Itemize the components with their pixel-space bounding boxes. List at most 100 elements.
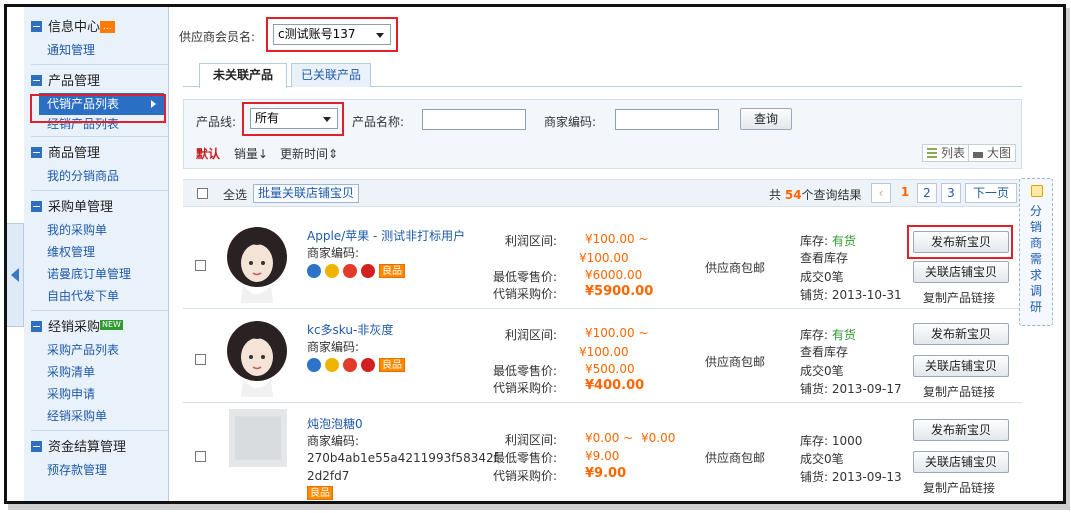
sort-sales[interactable]: 销量↓: [234, 145, 268, 162]
product-thumbnail[interactable]: [215, 409, 301, 467]
good-product-tag: 良品: [379, 263, 405, 278]
result-count: 共 54个查询结果: [769, 188, 862, 202]
sidebar-item-dist-purchase-order[interactable]: 经销采购单: [31, 405, 168, 427]
link-store-item-button[interactable]: 关联店铺宝贝: [913, 261, 1009, 283]
product-name-link[interactable]: 炖泡泡糖0: [307, 415, 363, 432]
copy-product-link[interactable]: 复制产品链接: [923, 383, 995, 400]
min-retail-price: ¥500.00: [585, 362, 635, 376]
tab-linked[interactable]: 已关联产品: [291, 63, 371, 87]
product-tabs: 未关联产品 已关联产品: [183, 63, 1022, 88]
merchant-code-label: 商家编码:: [307, 434, 360, 448]
product-name-link[interactable]: Apple/苹果 - 测试非打标用户: [307, 227, 465, 244]
shipping-info: 供应商包邮: [705, 261, 766, 275]
sidebar-collapse-toggle[interactable]: [7, 223, 24, 327]
row-checkbox[interactable]: [195, 451, 206, 462]
sort-default[interactable]: 默认: [196, 145, 220, 162]
collapse-minus-icon[interactable]: [31, 75, 42, 86]
row-checkbox[interactable]: [195, 354, 206, 365]
filter-panel: 产品线: 所有 产品名称: 商家编码: 查询 默认 销量↓ 更新时间⇕ 列表 大…: [183, 99, 1022, 169]
sidebar-section-title[interactable]: 产品管理: [31, 71, 168, 93]
good-product-tag: 良品: [379, 357, 405, 372]
profit-low: ¥0.00 ~: [585, 431, 634, 445]
sidebar-item-purchase-list[interactable]: 采购清单: [31, 361, 168, 383]
next-page-button[interactable]: 下一页: [965, 183, 1017, 203]
publish-new-button[interactable]: 发布新宝贝: [913, 419, 1009, 441]
divider: [31, 310, 168, 311]
view-list-button[interactable]: 列表: [922, 144, 971, 162]
sold-count: 成交0笔: [800, 364, 844, 378]
survey-label: 分销商需求调研: [1030, 204, 1043, 314]
collapse-minus-icon[interactable]: [31, 321, 42, 332]
sidebar-section-title[interactable]: 商品管理: [31, 143, 168, 165]
sidebar-item-purchase-request[interactable]: 采购申请: [31, 383, 168, 405]
sidebar-item-free-dropship[interactable]: 自由代发下单: [31, 285, 168, 307]
sidebar-item-rights[interactable]: 维权管理: [31, 241, 168, 263]
collapse-minus-icon[interactable]: [31, 201, 42, 212]
tab-unlinked[interactable]: 未关联产品: [199, 63, 287, 88]
sidebar-item-purchase-products[interactable]: 采购产品列表: [31, 339, 168, 361]
sidebar-section-title[interactable]: 资金结算管理: [31, 437, 168, 459]
good-product-tag: 良品: [307, 485, 333, 500]
product-name-link[interactable]: kc多sku-非灰度: [307, 321, 393, 338]
prev-page-button[interactable]: ‹: [871, 183, 891, 203]
sidebar-section-title[interactable]: 经销采购 NEW: [31, 317, 168, 339]
profit-low: ¥100.00 ~: [585, 326, 649, 340]
purchase-price-label: 代销采购价:: [493, 469, 558, 483]
merchant-code-input[interactable]: [615, 109, 719, 130]
page-1[interactable]: 1: [895, 183, 915, 203]
row-checkbox[interactable]: [195, 260, 206, 271]
view-stock-link[interactable]: 查看库存: [800, 343, 848, 360]
view-grid-button[interactable]: 大图: [968, 144, 1017, 162]
product-thumbnail[interactable]: [217, 223, 297, 303]
copy-product-link[interactable]: 复制产品链接: [923, 289, 995, 306]
sidebar-item-normandy[interactable]: 诺曼底订单管理: [31, 263, 168, 285]
merchant-code-value-cont: 2d2fd7: [307, 469, 350, 483]
divider: [31, 430, 168, 431]
query-button[interactable]: 查询: [740, 108, 792, 130]
window-frame: 信息中心... 通知管理 产品管理 代销产品列表 经销产品列表 商品管理 我的分…: [4, 4, 1066, 504]
link-store-item-button[interactable]: 关联店铺宝贝: [913, 451, 1009, 473]
sidebar-item-my-goods[interactable]: 我的分销商品: [31, 165, 168, 187]
grid-icon: [973, 148, 983, 158]
profit-low: ¥100.00 ~: [585, 232, 649, 246]
product-badges: 良品: [307, 485, 333, 501]
page-3[interactable]: 3: [941, 183, 961, 203]
sidebar-section-title[interactable]: 信息中心...: [31, 17, 168, 39]
sidebar-section-title[interactable]: 采购单管理: [31, 197, 168, 219]
sidebar: 信息中心... 通知管理 产品管理 代销产品列表 经销产品列表 商品管理 我的分…: [24, 7, 169, 501]
divider: [31, 64, 168, 65]
bulk-link-button[interactable]: 批量关联店铺宝贝: [253, 184, 360, 203]
chevron-left-icon: [11, 268, 19, 282]
sidebar-section-settlement: 资金结算管理 预存款管理: [24, 437, 168, 481]
min-retail-price: ¥9.00: [585, 449, 620, 463]
sidebar-item-prepaid[interactable]: 预存款管理: [31, 459, 168, 481]
collapse-minus-icon[interactable]: [31, 21, 42, 32]
authentic-icon: [361, 357, 375, 372]
sidebar-item-my-purchase[interactable]: 我的采购单: [31, 219, 168, 241]
view-stock-link[interactable]: 查看库存: [800, 249, 848, 266]
table-row: kc多sku-非灰度 商家编码: 良品 利润区间: ¥100.00 ~ ¥100…: [183, 309, 1022, 403]
highlight-box: [242, 102, 344, 136]
product-name-input[interactable]: [422, 109, 526, 130]
profit-label: 利润区间:: [505, 433, 558, 447]
select-all-label: 全选: [223, 188, 248, 202]
copy-product-link[interactable]: 复制产品链接: [923, 479, 995, 496]
profit-label: 利润区间:: [505, 328, 558, 342]
sidebar-section-dist-purchase: 经销采购 NEW 采购产品列表 采购清单 采购申请 经销采购单: [24, 317, 168, 431]
collapse-minus-icon[interactable]: [31, 441, 42, 452]
stock-info: 库存: 有货: [800, 234, 856, 248]
select-all-checkbox[interactable]: [197, 188, 208, 199]
product-badges: 良品: [307, 263, 405, 279]
link-store-item-button[interactable]: 关联店铺宝贝: [913, 355, 1009, 377]
collapse-minus-icon[interactable]: [31, 147, 42, 158]
product-thumbnail[interactable]: [217, 317, 297, 397]
profit-high: ¥100.00: [579, 345, 629, 359]
quality-shield-icon: [307, 357, 321, 372]
page-2[interactable]: 2: [917, 183, 937, 203]
purchase-price-label: 代销采购价:: [493, 287, 558, 301]
survey-side-tab[interactable]: 分销商需求调研: [1019, 178, 1053, 326]
publish-new-button[interactable]: 发布新宝贝: [913, 323, 1009, 345]
shipping-info: 供应商包邮: [705, 355, 766, 369]
sort-update-time[interactable]: 更新时间⇕: [280, 145, 338, 162]
sidebar-item-notice[interactable]: 通知管理: [31, 39, 168, 61]
